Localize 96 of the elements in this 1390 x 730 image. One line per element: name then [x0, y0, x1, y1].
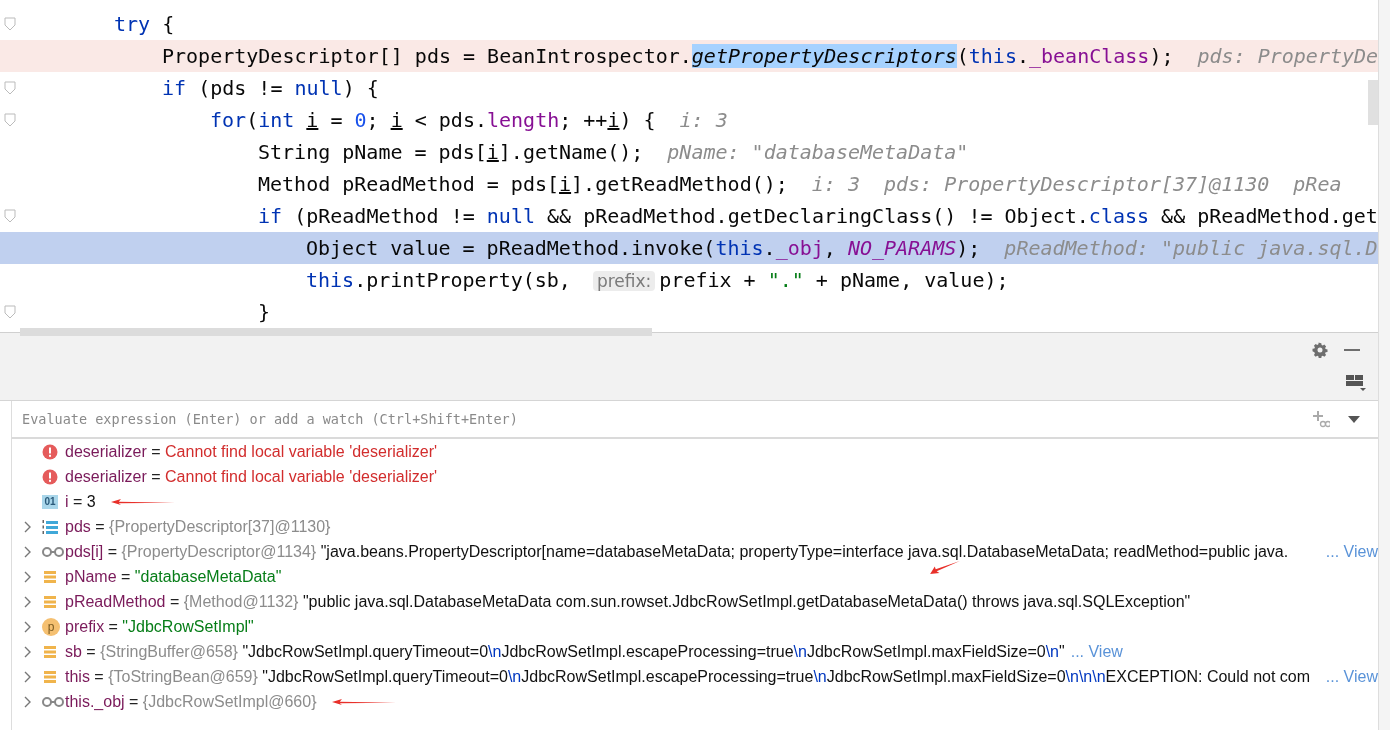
- code-text: ; ++: [559, 108, 608, 132]
- variable: i: [390, 108, 403, 132]
- code-text: && pReadMethod.getDeclaringClass() != Object.: [546, 204, 1089, 228]
- code-text: Object value = pReadMethod.invoke(: [306, 236, 716, 260]
- array-icon: [42, 518, 58, 535]
- keyword: null: [486, 204, 535, 228]
- code-text: (: [956, 44, 969, 68]
- code-text: }: [258, 300, 271, 324]
- code-text: .: [1016, 44, 1029, 68]
- variable-value: pds[i] = {PropertyDescriptor@1134} "java.beans.PropertyDescriptor[name=databaseMetaData; propertyType=interface java.sql.DatabaseMetaData; readMethod=public java.: [65, 542, 1289, 561]
- fold-marker-icon[interactable]: [4, 305, 16, 319]
- code-text: (: [246, 108, 259, 132]
- scrollbar-thumb[interactable]: [20, 328, 652, 336]
- keyword: this: [306, 268, 355, 292]
- inline-value-hint: pds: PropertyDescriptor[37]@1130: [884, 172, 1270, 196]
- layout-icon[interactable]: [1346, 375, 1366, 391]
- code-text: ) {: [342, 76, 379, 100]
- code-text: .: [763, 236, 776, 260]
- glasses-icon: [42, 695, 64, 708]
- variable-value: prefix = "JdbcRowSetImpl": [65, 617, 254, 636]
- code-text: < pds.: [413, 108, 487, 132]
- error-icon: [42, 468, 58, 485]
- inline-value-hint: pRea: [1293, 172, 1342, 196]
- annotation-arrow: [930, 561, 960, 574]
- inline-value-hint: pds: PropertyDe: [1197, 44, 1379, 68]
- dropdown-icon[interactable]: [1348, 415, 1360, 423]
- keyword: if: [162, 76, 187, 100]
- code-text: Method pReadMethod = pds[: [258, 172, 560, 196]
- keyword: class: [1088, 204, 1150, 228]
- code-text: String pName = pds[: [258, 140, 487, 164]
- inline-value-hint: i: 3: [811, 172, 860, 196]
- code-text: =: [329, 108, 344, 132]
- code-text: && pReadMethod.get: [1160, 204, 1378, 228]
- variable: i: [306, 108, 319, 132]
- parameter-icon: p: [42, 617, 60, 636]
- expression-field[interactable]: Evaluate expression (Enter) or add a watch (Ctrl+Shift+Enter): [12, 404, 1294, 434]
- variable-value: i = 3: [65, 492, 96, 511]
- code-text: prefix +: [659, 268, 757, 292]
- view-link[interactable]: ... View: [1070, 642, 1123, 661]
- keyword: if: [258, 204, 283, 228]
- keyword: this: [968, 44, 1017, 68]
- variable-value: sb = {StringBuffer@658} "JdbcRowSetImpl.queryTimeout=0\nJdbcRowSetImpl.escapeProcessing=true\nJdbcRowSetImpl.maxFieldSize=0\n": [65, 642, 1065, 661]
- add-watch-icon[interactable]: [1312, 410, 1330, 428]
- keyword: this: [715, 236, 764, 260]
- variable-value: deserializer = Cannot find local variable 'deserializer': [65, 467, 438, 486]
- field-icon: [42, 643, 58, 660]
- inline-value-hint: i: 3: [679, 108, 728, 132]
- settings-icon[interactable]: [1312, 341, 1328, 358]
- code-text: ].getName();: [498, 140, 644, 164]
- fold-marker-icon[interactable]: [4, 17, 16, 31]
- field-icon: [42, 668, 58, 685]
- code-text: .printProperty(sb,: [354, 268, 572, 292]
- code-text: ,: [823, 236, 837, 260]
- code-text: ) {: [619, 108, 656, 132]
- inline-value-hint: pReadMethod: "public java.sql.D: [1004, 236, 1378, 260]
- scrollbar-thumb[interactable]: [1368, 80, 1378, 125]
- keyword: for: [210, 108, 247, 132]
- code-text: );: [1149, 44, 1174, 68]
- variable-value: pds = {PropertyDescriptor[37]@1130}: [65, 517, 331, 536]
- variable-value: deserializer = Cannot find local variable 'deserializer': [65, 442, 438, 461]
- fold-marker-icon[interactable]: [4, 209, 16, 223]
- view-link[interactable]: ... View: [1325, 542, 1378, 561]
- keyword: null: [294, 76, 343, 100]
- keyword: try: [114, 12, 151, 36]
- code-text: ].getReadMethod();: [571, 172, 788, 196]
- code-text: + pName, value);: [814, 268, 1009, 292]
- variable: i: [486, 140, 499, 164]
- variable: i: [559, 172, 572, 196]
- field-icon: [42, 593, 58, 610]
- fold-marker-icon[interactable]: [4, 113, 16, 127]
- keyword: int: [258, 108, 295, 132]
- field-icon: [42, 568, 58, 585]
- primitive-icon: 01: [42, 494, 58, 509]
- glasses-icon: [42, 545, 64, 558]
- field-name: _obj: [775, 236, 824, 260]
- variable-value: pReadMethod = {Method@1132} "public java.sql.DatabaseMetaData com.sun.rowset.JdbcRowSetImpl.getDatabaseMetaData() throws java.sql.SQLException": [65, 592, 1191, 611]
- field-name: _beanClass: [1029, 44, 1150, 68]
- field-name: length: [487, 108, 560, 132]
- variable-value: this._obj = {JdbcRowSetImpl@660}: [65, 692, 317, 711]
- variable-value: this = {ToStringBean@659} "JdbcRowSetImpl.queryTimeout=0\nJdbcRowSetImpl.escapeProcessing=true\nJdbcRowSetImpl.maxFieldSize=0\n\n\nEXCEPTION: Could not com: [65, 667, 1311, 686]
- view-link[interactable]: ... View: [1325, 667, 1378, 686]
- variable-value: pName = "databaseMetaData": [65, 567, 282, 586]
- code-text: (pds !=: [197, 76, 284, 100]
- code-text: (pReadMethod !=: [293, 204, 476, 228]
- parameter-hint: prefix:: [592, 271, 656, 291]
- code-text: {: [161, 12, 175, 36]
- constant: NO_PARAMS: [847, 236, 957, 260]
- inline-value-hint: pName: "databaseMetaData": [667, 140, 969, 164]
- selected-text: getPropertyDescriptors: [691, 44, 957, 68]
- code-text: );: [956, 236, 981, 260]
- code-text: PropertyDescriptor[] pds = BeanIntrospector.: [162, 44, 692, 68]
- error-icon: [42, 443, 58, 460]
- fold-marker-icon[interactable]: [4, 81, 16, 95]
- number: 0: [354, 108, 367, 132]
- code-text: ;: [366, 108, 380, 132]
- string-literal: ".": [767, 268, 804, 292]
